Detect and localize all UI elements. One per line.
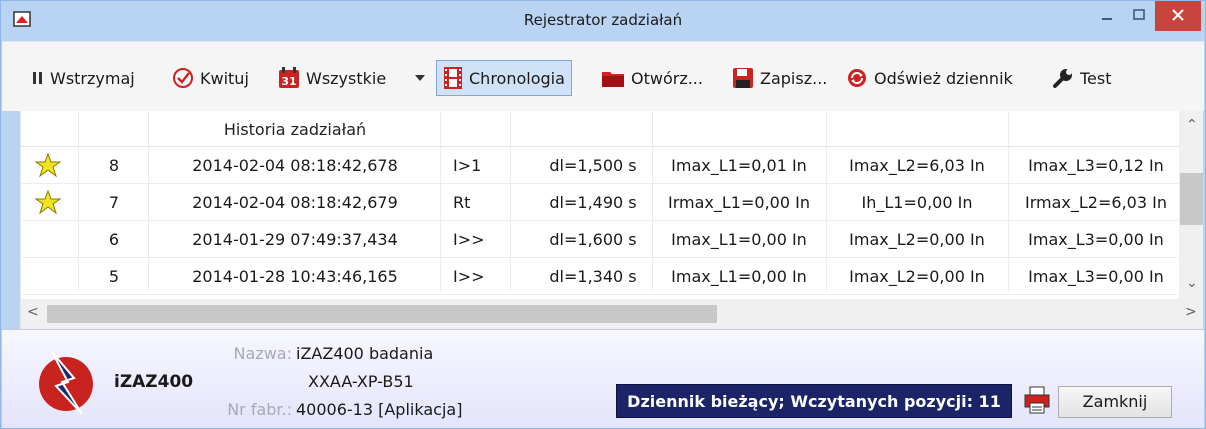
- code-value: XXAA-XP-B51: [308, 372, 414, 391]
- table-row[interactable]: 5 2014-01-28 10:43:46,165 I>> dl=1,340 s Ima…: [21, 258, 1179, 295]
- vertical-scroll-thumb[interactable]: [1180, 173, 1203, 225]
- row-value-a: Imax_L1=0,00 In: [671, 267, 807, 286]
- close-button[interactable]: Zamknij: [1058, 386, 1172, 418]
- row-value-c: Imax_L3=0,12 In: [1028, 156, 1164, 175]
- minimize-button[interactable]: [1091, 1, 1123, 31]
- check-icon: [173, 68, 193, 88]
- star-icon: [35, 153, 61, 177]
- scroll-left-icon[interactable]: <: [27, 304, 39, 320]
- row-number: 5: [108, 267, 120, 286]
- row-value-a: Imax_L1=0,01 In: [671, 156, 807, 175]
- history-table[interactable]: Historia zadziałań 8 2014-02-04 08:18:42,…: [20, 111, 1203, 329]
- vertical-scrollbar[interactable]: ⌃ ⌄: [1179, 111, 1203, 299]
- scroll-right-icon[interactable]: >: [1185, 304, 1197, 320]
- table-row[interactable]: 6 2014-01-29 07:49:37,434 I>> dl=1,600 s Ima…: [21, 221, 1179, 258]
- row-function: I>1: [453, 156, 482, 175]
- status-badge: Dziennik bieżący; Wczytanych pozycji: 11: [616, 384, 1012, 418]
- scroll-up-icon[interactable]: ⌃: [1186, 117, 1198, 133]
- title-bar: Rejestrator zadziałań: [1, 1, 1205, 41]
- row-value-c: Imax_L3=0,00 In: [1028, 267, 1164, 286]
- save-label: Zapisz...: [760, 68, 828, 88]
- row-duration: dl=1,600 s: [549, 230, 637, 249]
- save-button[interactable]: Zapisz...: [728, 60, 831, 96]
- row-duration: dl=1,340 s: [549, 267, 637, 286]
- folder-icon: [602, 72, 624, 87]
- row-value-b: Ih_L1=0,00 In: [861, 193, 973, 212]
- pause-button[interactable]: Wstrzymaj: [28, 60, 139, 96]
- row-value-a: Imax_L1=0,00 In: [671, 230, 807, 249]
- row-duration: dl=1,490 s: [549, 193, 637, 212]
- chevron-down-icon: [415, 75, 425, 81]
- row-number: 8: [108, 156, 120, 175]
- row-duration: dl=1,500 s: [549, 156, 637, 175]
- refresh-label: Odśwież dziennik: [874, 68, 1013, 88]
- name-value: iZAZ400 badania: [296, 344, 434, 363]
- horizontal-scroll-thumb[interactable]: [47, 305, 717, 323]
- row-value-c: Imax_L3=0,00 In: [1028, 230, 1164, 249]
- row-value-a: Irmax_L1=0,00 In: [668, 193, 810, 212]
- all-button[interactable]: 31 Wszystkie: [274, 60, 390, 96]
- chronology-label: Chronologia: [469, 68, 565, 88]
- row-number: 6: [108, 230, 120, 249]
- table-row[interactable]: 7 2014-02-04 08:18:42,679 Rt dl=1,490 s Irma…: [21, 184, 1179, 221]
- toolbar: Wstrzymaj Kwituj 31 Wszystkie Chronologi…: [2, 41, 1204, 111]
- horizontal-scrollbar[interactable]: < >: [21, 299, 1203, 329]
- ack-button[interactable]: Kwituj: [168, 60, 253, 96]
- all-label: Wszystkie: [306, 68, 387, 88]
- pause-label: Wstrzymaj: [50, 68, 135, 88]
- refresh-icon: [848, 69, 866, 87]
- floppy-icon: [733, 68, 753, 88]
- wrench-icon: [1053, 69, 1072, 88]
- test-label: Test: [1080, 68, 1112, 88]
- chronology-button[interactable]: Chronologia: [436, 60, 572, 96]
- test-button[interactable]: Test: [1048, 60, 1116, 96]
- calendar-icon: 31: [279, 67, 299, 88]
- print-icon[interactable]: [1022, 384, 1052, 416]
- maximize-button[interactable]: [1123, 1, 1155, 31]
- film-strip-icon: [444, 67, 462, 89]
- window-title: Rejestrator zadziałań: [523, 11, 683, 29]
- open-button[interactable]: Otwórz...: [597, 60, 707, 96]
- ack-label: Kwituj: [200, 68, 249, 88]
- lightning-logo-icon: [39, 351, 93, 415]
- svg-text:31: 31: [281, 75, 296, 88]
- minimize-icon: [1102, 18, 1112, 20]
- row-timestamp: 2014-01-29 07:49:37,434: [192, 230, 398, 249]
- star-icon: [35, 190, 61, 214]
- row-value-c: Irmax_L2=6,03 In: [1025, 193, 1167, 212]
- row-timestamp: 2014-01-28 10:43:46,165: [192, 267, 398, 286]
- refresh-button[interactable]: Odśwież dziennik: [842, 60, 1017, 96]
- row-function: I>>: [453, 230, 485, 249]
- row-timestamp: 2014-02-04 08:18:42,679: [192, 193, 398, 212]
- row-value-b: Imax_L2=0,00 In: [849, 230, 985, 249]
- all-dropdown-button[interactable]: [414, 60, 426, 96]
- app-window: Rejestrator zadziałań Wstrzymaj Kwituj 3…: [0, 0, 1206, 429]
- maximize-icon: [1133, 9, 1145, 20]
- row-value-b: Imax_L2=0,00 In: [849, 267, 985, 286]
- row-value-b: Imax_L2=6,03 In: [849, 156, 985, 175]
- device-info-panel: iZAZ400 Nazwa: iZAZ400 badania XXAA-XP-B…: [2, 329, 1204, 428]
- close-icon: [1172, 9, 1184, 21]
- row-function: I>>: [453, 267, 485, 286]
- row-timestamp: 2014-02-04 08:18:42,678: [192, 156, 398, 175]
- row-number: 7: [108, 193, 120, 212]
- serial-label: Nr fabr.:: [227, 400, 292, 419]
- open-label: Otwórz...: [631, 68, 703, 88]
- scroll-down-icon[interactable]: ⌄: [1186, 275, 1198, 291]
- close-window-button[interactable]: [1155, 1, 1201, 31]
- pause-icon: [33, 72, 42, 84]
- table-row[interactable]: 8 2014-02-04 08:18:42,678 I>1 dl=1,500 s Ima…: [21, 147, 1179, 184]
- table-header: Historia zadziałań: [21, 111, 1179, 147]
- serial-value: 40006-13 [Aplikacja]: [296, 400, 463, 419]
- table-header-title: Historia zadziałań: [223, 120, 367, 139]
- device-name: iZAZ400: [114, 372, 194, 392]
- row-function: Rt: [453, 193, 471, 212]
- name-label: Nazwa:: [233, 344, 292, 363]
